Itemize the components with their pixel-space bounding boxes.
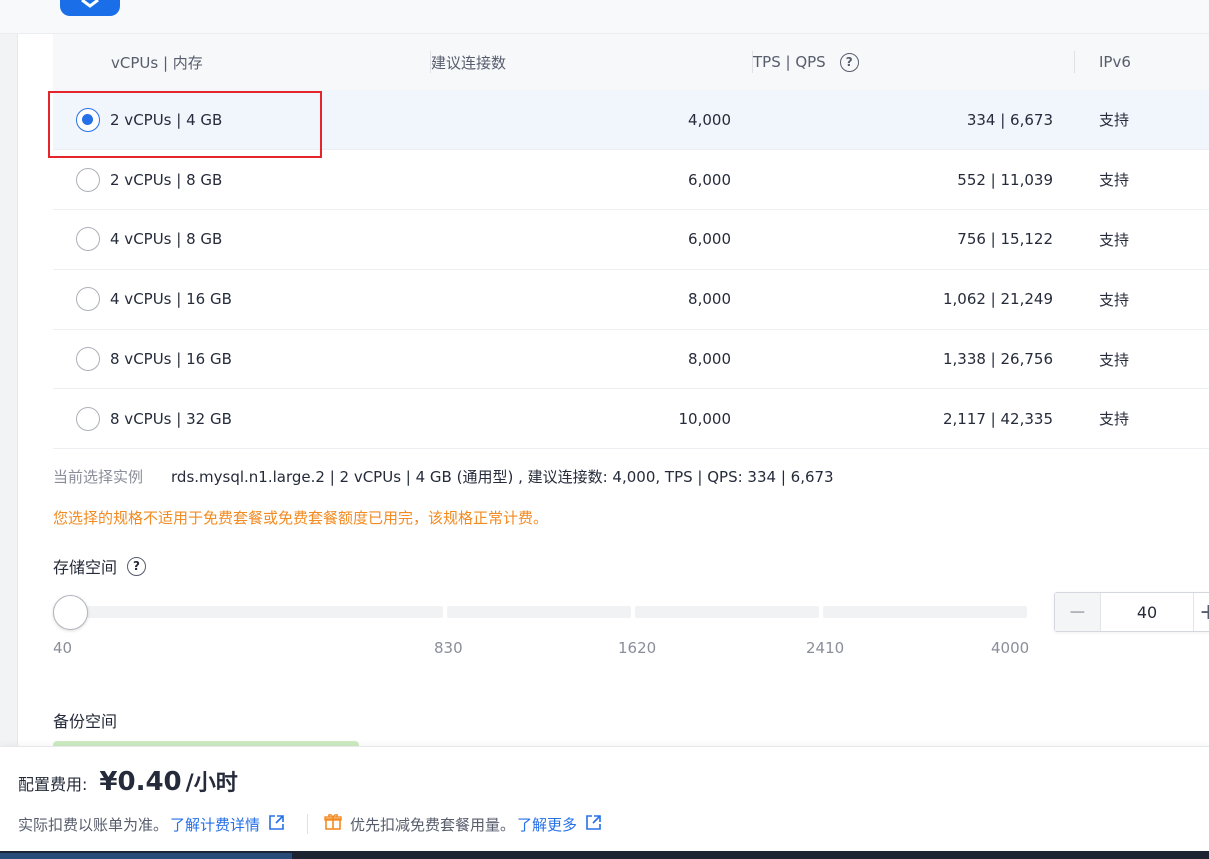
left-rail bbox=[0, 34, 18, 746]
connections-cell: 6,000 bbox=[431, 209, 753, 270]
instance-spec-table: vCPUs | 内存 建议连接数 TPS | QPS? IPv6 2 vCPUs… bbox=[53, 34, 1209, 450]
slider-tick: 40 bbox=[53, 639, 73, 657]
connections-cell: 8,000 bbox=[431, 329, 753, 390]
table-row[interactable]: 4 vCPUs | 16 GB 8,000 1,062 | 21,249 支持 bbox=[53, 269, 1209, 330]
connections-cell: 4,000 bbox=[431, 90, 753, 151]
table-row[interactable]: 8 vCPUs | 16 GB 8,000 1,338 | 26,756 支持 bbox=[53, 329, 1209, 390]
fee-label: 配置费用: bbox=[18, 775, 88, 794]
connections-cell: 8,000 bbox=[431, 269, 753, 330]
price-footer: 配置费用: ¥0.40 /小时 实际扣费以账单为准。 了解计费详情 优先扣减免费… bbox=[0, 746, 1209, 851]
top-bar bbox=[0, 0, 1209, 34]
external-link-icon[interactable] bbox=[268, 814, 285, 835]
current-selection-label: 当前选择实例 bbox=[53, 468, 144, 486]
spec-label: 8 vCPUs | 32 GB bbox=[110, 409, 232, 428]
ipv6-cell: 支持 bbox=[1075, 329, 1209, 390]
storage-stepper: − 40 + bbox=[1054, 592, 1209, 632]
help-icon[interactable]: ? bbox=[127, 556, 147, 576]
header-spec: vCPUs | 内存 bbox=[53, 34, 431, 90]
slider-tick: 830 bbox=[434, 639, 463, 657]
table-row[interactable]: 2 vCPUs | 8 GB 6,000 552 | 11,039 支持 bbox=[53, 149, 1209, 211]
pricing-warning: 您选择的规格不适用于免费套餐或免费套餐额度已用完，该规格正常计费。 bbox=[53, 509, 549, 527]
spec-label: 4 vCPUs | 16 GB bbox=[110, 290, 232, 309]
current-selection-value: rds.mysql.n1.large.2 | 2 vCPUs | 4 GB (通… bbox=[171, 468, 834, 486]
storage-slider-handle[interactable] bbox=[53, 595, 88, 630]
main-content: vCPUs | 内存 建议连接数 TPS | QPS? IPv6 2 vCPUs… bbox=[18, 34, 1209, 749]
table-row[interactable]: 4 vCPUs | 8 GB 6,000 756 | 15,122 支持 bbox=[53, 209, 1209, 270]
learn-more-link[interactable]: 了解更多 bbox=[517, 814, 577, 835]
free-tier-note: 优先扣减免费套餐用量。 bbox=[350, 815, 516, 834]
external-link-icon[interactable] bbox=[585, 814, 602, 835]
radio-button[interactable] bbox=[76, 406, 100, 431]
current-selection: 当前选择实例 rds.mysql.n1.large.2 | 2 vCPUs | 4… bbox=[53, 466, 834, 487]
footer-info: 实际扣费以账单为准。 了解计费详情 优先扣减免费套餐用量。 了解更多 bbox=[18, 813, 602, 835]
slider-tick: 4000 bbox=[991, 639, 1030, 657]
billing-details-link[interactable]: 了解计费详情 bbox=[170, 814, 260, 835]
table-row[interactable]: 2 vCPUs | 4 GB 4,000 334 | 6,673 支持 bbox=[53, 90, 1209, 151]
radio-button[interactable] bbox=[76, 227, 100, 252]
help-icon[interactable]: ? bbox=[839, 52, 859, 72]
billing-note: 实际扣费以账单为准。 bbox=[18, 815, 169, 834]
radio-button[interactable] bbox=[76, 287, 100, 312]
tps-qps-cell: 552 | 11,039 bbox=[753, 149, 1075, 211]
table-header-row: vCPUs | 内存 建议连接数 TPS | QPS? IPv6 bbox=[53, 34, 1209, 90]
tps-qps-cell: 756 | 15,122 bbox=[753, 209, 1075, 270]
ipv6-cell: 支持 bbox=[1075, 149, 1209, 211]
slider-tick: 1620 bbox=[618, 639, 657, 657]
fee-row: 配置费用: ¥0.40 /小时 bbox=[18, 765, 238, 797]
fee-amount: ¥0.40 bbox=[99, 767, 182, 797]
header-ipv6: IPv6 bbox=[1075, 34, 1209, 90]
connections-cell: 6,000 bbox=[431, 149, 753, 211]
storage-slider-track[interactable] bbox=[53, 606, 1031, 618]
ipv6-cell: 支持 bbox=[1075, 209, 1209, 270]
slider-tick: 2410 bbox=[806, 639, 845, 657]
tps-qps-cell: 2,117 | 42,335 bbox=[753, 388, 1075, 450]
divider bbox=[307, 814, 309, 834]
taskbar-strip bbox=[0, 851, 1209, 859]
tps-qps-cell: 1,062 | 21,249 bbox=[753, 269, 1075, 330]
spec-label: 8 vCPUs | 16 GB bbox=[110, 350, 232, 369]
spec-label: 2 vCPUs | 4 GB bbox=[110, 110, 223, 129]
ipv6-cell: 支持 bbox=[1075, 90, 1209, 151]
app-logo bbox=[60, 0, 120, 16]
radio-button[interactable] bbox=[76, 107, 100, 132]
minus-icon[interactable]: − bbox=[1055, 593, 1101, 631]
plus-icon[interactable]: + bbox=[1193, 593, 1209, 631]
backup-title: 备份空间 bbox=[53, 712, 118, 731]
ipv6-cell: 支持 bbox=[1075, 388, 1209, 450]
header-tps-qps: TPS | QPS? bbox=[753, 34, 1075, 90]
storage-title: 存储空间 ? bbox=[53, 554, 147, 578]
connections-cell: 10,000 bbox=[431, 388, 753, 450]
table-row[interactable]: 8 vCPUs | 32 GB 10,000 2,117 | 42,335 支持 bbox=[53, 388, 1209, 450]
radio-button[interactable] bbox=[76, 347, 100, 372]
spec-label: 4 vCPUs | 8 GB bbox=[110, 230, 223, 249]
spec-label: 2 vCPUs | 8 GB bbox=[110, 170, 223, 189]
tps-qps-cell: 1,338 | 26,756 bbox=[753, 329, 1075, 390]
storage-input[interactable]: 40 bbox=[1101, 603, 1193, 622]
fee-unit: /小时 bbox=[185, 771, 238, 796]
tps-qps-cell: 334 | 6,673 bbox=[753, 90, 1075, 151]
header-connections: 建议连接数 bbox=[431, 34, 753, 90]
radio-button[interactable] bbox=[76, 167, 100, 192]
gift-icon bbox=[324, 813, 342, 835]
ipv6-cell: 支持 bbox=[1075, 269, 1209, 330]
